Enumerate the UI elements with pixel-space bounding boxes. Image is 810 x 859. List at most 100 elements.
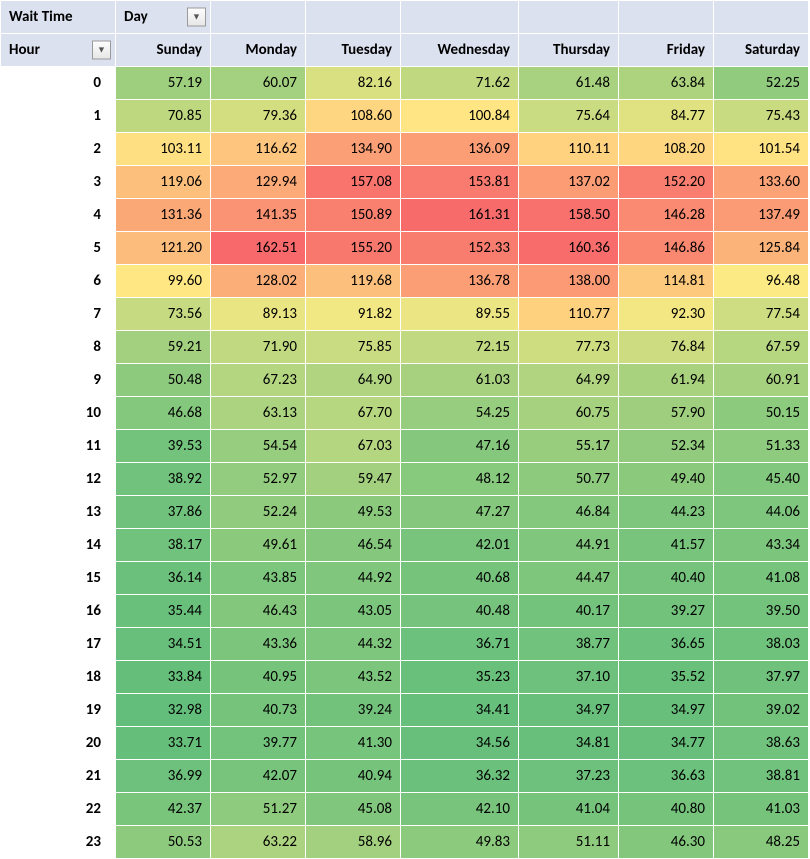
heatmap-cell[interactable]: 137.02: [519, 166, 619, 199]
col-header-monday[interactable]: Monday: [211, 34, 306, 67]
heatmap-cell[interactable]: 41.04: [519, 793, 619, 826]
heatmap-cell[interactable]: 110.11: [519, 133, 619, 166]
heatmap-cell[interactable]: 89.55: [401, 298, 519, 331]
heatmap-cell[interactable]: 48.12: [401, 463, 519, 496]
heatmap-cell[interactable]: 61.48: [519, 67, 619, 100]
heatmap-cell[interactable]: 40.95: [211, 661, 306, 694]
heatmap-cell[interactable]: 42.07: [211, 760, 306, 793]
heatmap-cell[interactable]: 64.99: [519, 364, 619, 397]
heatmap-cell[interactable]: 40.17: [519, 595, 619, 628]
heatmap-cell[interactable]: 49.53: [306, 496, 401, 529]
heatmap-cell[interactable]: 58.96: [306, 826, 401, 859]
heatmap-cell[interactable]: 36.71: [401, 628, 519, 661]
heatmap-cell[interactable]: 110.77: [519, 298, 619, 331]
heatmap-cell[interactable]: 60.75: [519, 397, 619, 430]
heatmap-cell[interactable]: 42.10: [401, 793, 519, 826]
heatmap-cell[interactable]: 42.37: [116, 793, 211, 826]
heatmap-cell[interactable]: 44.92: [306, 562, 401, 595]
row-field-label[interactable]: Hour ▼: [1, 34, 116, 67]
heatmap-cell[interactable]: 52.25: [714, 67, 809, 100]
heatmap-cell[interactable]: 35.44: [116, 595, 211, 628]
heatmap-cell[interactable]: 34.97: [519, 694, 619, 727]
heatmap-cell[interactable]: 45.40: [714, 463, 809, 496]
heatmap-cell[interactable]: 36.14: [116, 562, 211, 595]
heatmap-cell[interactable]: 51.11: [519, 826, 619, 859]
heatmap-cell[interactable]: 71.62: [401, 67, 519, 100]
heatmap-cell[interactable]: 61.94: [619, 364, 714, 397]
heatmap-cell[interactable]: 44.23: [619, 496, 714, 529]
heatmap-cell[interactable]: 46.43: [211, 595, 306, 628]
heatmap-cell[interactable]: 34.41: [401, 694, 519, 727]
heatmap-cell[interactable]: 52.97: [211, 463, 306, 496]
heatmap-cell[interactable]: 50.15: [714, 397, 809, 430]
heatmap-cell[interactable]: 46.84: [519, 496, 619, 529]
heatmap-cell[interactable]: 79.36: [211, 100, 306, 133]
heatmap-cell[interactable]: 146.28: [619, 199, 714, 232]
heatmap-cell[interactable]: 76.84: [619, 331, 714, 364]
heatmap-cell[interactable]: 161.31: [401, 199, 519, 232]
heatmap-cell[interactable]: 36.99: [116, 760, 211, 793]
heatmap-cell[interactable]: 40.94: [306, 760, 401, 793]
heatmap-cell[interactable]: 75.43: [714, 100, 809, 133]
column-field-label[interactable]: Day ▼: [116, 1, 211, 34]
heatmap-cell[interactable]: 133.60: [714, 166, 809, 199]
heatmap-cell[interactable]: 39.50: [714, 595, 809, 628]
heatmap-cell[interactable]: 37.86: [116, 496, 211, 529]
heatmap-cell[interactable]: 43.52: [306, 661, 401, 694]
heatmap-cell[interactable]: 119.68: [306, 265, 401, 298]
heatmap-cell[interactable]: 70.85: [116, 100, 211, 133]
heatmap-cell[interactable]: 34.77: [619, 727, 714, 760]
heatmap-cell[interactable]: 51.27: [211, 793, 306, 826]
heatmap-cell[interactable]: 44.47: [519, 562, 619, 595]
heatmap-cell[interactable]: 77.54: [714, 298, 809, 331]
heatmap-cell[interactable]: 32.98: [116, 694, 211, 727]
heatmap-cell[interactable]: 40.73: [211, 694, 306, 727]
col-header-wednesday[interactable]: Wednesday: [401, 34, 519, 67]
heatmap-cell[interactable]: 50.48: [116, 364, 211, 397]
heatmap-cell[interactable]: 55.17: [519, 430, 619, 463]
heatmap-cell[interactable]: 38.63: [714, 727, 809, 760]
heatmap-cell[interactable]: 39.24: [306, 694, 401, 727]
heatmap-cell[interactable]: 150.89: [306, 199, 401, 232]
heatmap-cell[interactable]: 39.53: [116, 430, 211, 463]
heatmap-cell[interactable]: 63.84: [619, 67, 714, 100]
heatmap-cell[interactable]: 152.20: [619, 166, 714, 199]
heatmap-cell[interactable]: 60.07: [211, 67, 306, 100]
heatmap-cell[interactable]: 48.25: [714, 826, 809, 859]
heatmap-cell[interactable]: 67.59: [714, 331, 809, 364]
heatmap-cell[interactable]: 54.25: [401, 397, 519, 430]
heatmap-cell[interactable]: 36.65: [619, 628, 714, 661]
heatmap-cell[interactable]: 96.48: [714, 265, 809, 298]
heatmap-cell[interactable]: 57.19: [116, 67, 211, 100]
heatmap-cell[interactable]: 100.84: [401, 100, 519, 133]
heatmap-cell[interactable]: 137.49: [714, 199, 809, 232]
heatmap-cell[interactable]: 67.70: [306, 397, 401, 430]
heatmap-cell[interactable]: 141.35: [211, 199, 306, 232]
heatmap-cell[interactable]: 46.30: [619, 826, 714, 859]
heatmap-cell[interactable]: 38.92: [116, 463, 211, 496]
heatmap-cell[interactable]: 84.77: [619, 100, 714, 133]
heatmap-cell[interactable]: 49.40: [619, 463, 714, 496]
heatmap-cell[interactable]: 47.27: [401, 496, 519, 529]
heatmap-cell[interactable]: 40.80: [619, 793, 714, 826]
heatmap-cell[interactable]: 89.13: [211, 298, 306, 331]
heatmap-cell[interactable]: 158.50: [519, 199, 619, 232]
heatmap-cell[interactable]: 34.56: [401, 727, 519, 760]
heatmap-cell[interactable]: 41.57: [619, 529, 714, 562]
heatmap-cell[interactable]: 43.85: [211, 562, 306, 595]
heatmap-cell[interactable]: 40.48: [401, 595, 519, 628]
heatmap-cell[interactable]: 47.16: [401, 430, 519, 463]
heatmap-cell[interactable]: 54.54: [211, 430, 306, 463]
col-header-friday[interactable]: Friday: [619, 34, 714, 67]
heatmap-cell[interactable]: 33.71: [116, 727, 211, 760]
heatmap-cell[interactable]: 43.05: [306, 595, 401, 628]
heatmap-cell[interactable]: 136.09: [401, 133, 519, 166]
heatmap-cell[interactable]: 38.03: [714, 628, 809, 661]
heatmap-cell[interactable]: 101.54: [714, 133, 809, 166]
col-header-tuesday[interactable]: Tuesday: [306, 34, 401, 67]
heatmap-cell[interactable]: 44.06: [714, 496, 809, 529]
heatmap-cell[interactable]: 57.90: [619, 397, 714, 430]
heatmap-cell[interactable]: 46.54: [306, 529, 401, 562]
heatmap-cell[interactable]: 44.32: [306, 628, 401, 661]
heatmap-cell[interactable]: 40.40: [619, 562, 714, 595]
